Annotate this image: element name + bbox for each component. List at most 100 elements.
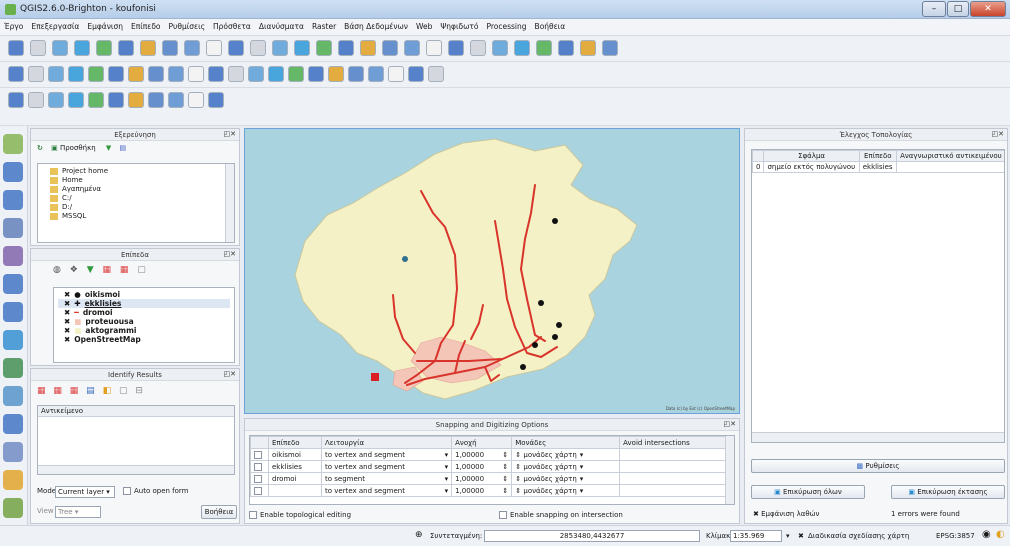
- file-tool-icon[interactable]: [382, 40, 398, 56]
- close-button[interactable]: ✕: [970, 1, 1006, 17]
- file-tool-icon[interactable]: [96, 40, 112, 56]
- snap-units-combo[interactable]: ⇕ μονάδες χάρτη ▾: [511, 472, 621, 485]
- layer-visibility-checkbox[interactable]: ✖: [64, 299, 70, 308]
- file-tool-icon[interactable]: [162, 40, 178, 56]
- add-raster-layer-icon[interactable]: [3, 162, 23, 182]
- crs-globe-icon[interactable]: ◉: [982, 529, 991, 540]
- print-icon[interactable]: ▢: [119, 386, 128, 396]
- auto-open-form-checkbox[interactable]: [123, 487, 131, 495]
- file-tool-icon[interactable]: [448, 40, 464, 56]
- layer-visibility-checkbox[interactable]: ✖: [64, 290, 70, 299]
- menu-item[interactable]: Εμφάνιση: [83, 19, 127, 31]
- avoid-intersections-cell[interactable]: [619, 472, 726, 485]
- file-tool-icon[interactable]: [338, 40, 354, 56]
- layer-visibility-checkbox[interactable]: ✖: [64, 326, 70, 335]
- file-tool-icon[interactable]: [316, 40, 332, 56]
- horizontal-scrollbar[interactable]: [38, 465, 234, 474]
- file-tool-icon[interactable]: [140, 40, 156, 56]
- menu-item[interactable]: Διανύσματα: [255, 19, 308, 31]
- snap-column-header[interactable]: Μονάδες: [511, 436, 621, 449]
- browser-item[interactable]: Αγαπημένα: [42, 185, 230, 194]
- add-wms-layer-icon[interactable]: [3, 302, 23, 322]
- chevron-down-icon[interactable]: ▾: [580, 487, 584, 495]
- snap-layer-checkbox[interactable]: [250, 484, 269, 497]
- chevron-down-icon[interactable]: ▾: [445, 475, 449, 483]
- file-tool-icon[interactable]: [602, 40, 618, 56]
- menu-item[interactable]: Βοήθεια: [531, 19, 570, 31]
- file-tool-icon[interactable]: [30, 40, 46, 56]
- digitize-tool-icon[interactable]: [348, 66, 364, 82]
- chevron-down-icon[interactable]: ▾: [445, 487, 449, 495]
- layer-visibility-checkbox[interactable]: ✖: [64, 308, 70, 317]
- menu-item[interactable]: Ψηφιδωτό: [436, 19, 482, 31]
- digitize-tool-icon[interactable]: [308, 66, 324, 82]
- chevron-down-icon[interactable]: ▾: [580, 463, 584, 471]
- checkbox[interactable]: [254, 486, 262, 495]
- expand-all-icon[interactable]: ▦: [102, 265, 111, 275]
- snap-units-combo[interactable]: ⇕ μονάδες χάρτη ▾: [511, 484, 621, 497]
- add-group-icon[interactable]: ❖: [70, 265, 78, 275]
- layer-visibility-checkbox[interactable]: ✖: [64, 317, 70, 326]
- advanced-digitize-tool-icon[interactable]: [68, 92, 84, 108]
- advanced-digitize-tool-icon[interactable]: [148, 92, 164, 108]
- chevron-down-icon[interactable]: ▾: [445, 463, 449, 471]
- digitize-tool-icon[interactable]: [148, 66, 164, 82]
- chevron-down-icon[interactable]: ▾: [580, 475, 584, 483]
- vertical-scrollbar[interactable]: [725, 436, 734, 504]
- layer-item[interactable]: ✖ ✚ ekklisies: [58, 299, 230, 308]
- scale-dropdown-icon[interactable]: ▾: [786, 532, 790, 540]
- snap-mode-combo[interactable]: to vertex and segment ▾: [320, 484, 453, 497]
- avoid-intersections-cell[interactable]: [619, 460, 726, 473]
- digitize-tool-icon[interactable]: [168, 66, 184, 82]
- advanced-digitize-tool-icon[interactable]: [168, 92, 184, 108]
- file-tool-icon[interactable]: [492, 40, 508, 56]
- snap-tolerance-spinbox[interactable]: 1,00000 ⇕: [451, 460, 513, 473]
- advanced-digitize-tool-icon[interactable]: [28, 92, 44, 108]
- advanced-digitize-tool-icon[interactable]: [208, 92, 224, 108]
- digitize-tool-icon[interactable]: [108, 66, 124, 82]
- browser-item[interactable]: C:/: [42, 194, 230, 203]
- digitize-tool-icon[interactable]: [228, 66, 244, 82]
- file-tool-icon[interactable]: [118, 40, 134, 56]
- file-tool-icon[interactable]: [426, 40, 442, 56]
- messages-icon[interactable]: ◐: [996, 529, 1005, 540]
- add-icon[interactable]: ▣: [51, 144, 58, 152]
- menu-item[interactable]: Έργο: [0, 19, 27, 31]
- chevron-down-icon[interactable]: ▾: [445, 451, 449, 459]
- browser-item[interactable]: Home: [42, 176, 230, 185]
- file-tool-icon[interactable]: [404, 40, 420, 56]
- digitize-tool-icon[interactable]: [248, 66, 264, 82]
- digitize-tool-icon[interactable]: [88, 66, 104, 82]
- panel-close-icon[interactable]: ◰✕: [724, 420, 736, 428]
- topology-column-header[interactable]: Σφάλμα: [763, 150, 860, 162]
- digitize-tool-icon[interactable]: [368, 66, 384, 82]
- spin-arrows-icon[interactable]: ⇕: [502, 463, 508, 471]
- filter-icon[interactable]: ▼: [106, 144, 111, 152]
- menu-item[interactable]: Βάση Δεδομένων: [340, 19, 412, 31]
- digitize-tool-icon[interactable]: [428, 66, 444, 82]
- chevron-down-icon[interactable]: ▾: [580, 451, 584, 459]
- validate-extent-button[interactable]: ▣ Επικύρωση έκτασης: [891, 485, 1005, 499]
- snap-layer-checkbox[interactable]: [250, 460, 269, 473]
- snap-tolerance-spinbox[interactable]: 1,00000 ⇕: [451, 472, 513, 485]
- show-errors-checkbox[interactable]: ✖: [753, 510, 759, 518]
- snap-units-combo[interactable]: ⇕ μονάδες χάρτη ▾: [511, 460, 621, 473]
- mode-combo[interactable]: Current layer ▾: [55, 486, 115, 498]
- layer-visibility-checkbox[interactable]: ✖: [64, 335, 70, 344]
- maximize-button[interactable]: □: [947, 1, 969, 17]
- digitize-tool-icon[interactable]: [268, 66, 284, 82]
- add-oracle-layer-icon[interactable]: [3, 274, 23, 294]
- file-tool-icon[interactable]: [470, 40, 486, 56]
- refresh-icon[interactable]: ↻: [37, 144, 43, 152]
- minimize-button[interactable]: –: [922, 1, 946, 17]
- expand-tree-icon[interactable]: ▦: [37, 386, 46, 396]
- layer-item[interactable]: ✖ ■ proteuousa: [58, 317, 230, 326]
- view-combo[interactable]: Tree ▾: [55, 506, 101, 518]
- checkbox[interactable]: [254, 450, 262, 459]
- settings-button[interactable]: ▩ Ρυθμίσεις: [751, 459, 1005, 473]
- coordinate-field[interactable]: 2853480,4432677: [484, 530, 700, 542]
- snap-mode-combo[interactable]: to vertex and segment ▾: [320, 460, 453, 473]
- new-shapefile-icon[interactable]: [3, 414, 23, 434]
- browser-tree[interactable]: Project home Home Αγαπημένα C:/D:/MSSQL: [37, 163, 235, 243]
- digitize-tool-icon[interactable]: [68, 66, 84, 82]
